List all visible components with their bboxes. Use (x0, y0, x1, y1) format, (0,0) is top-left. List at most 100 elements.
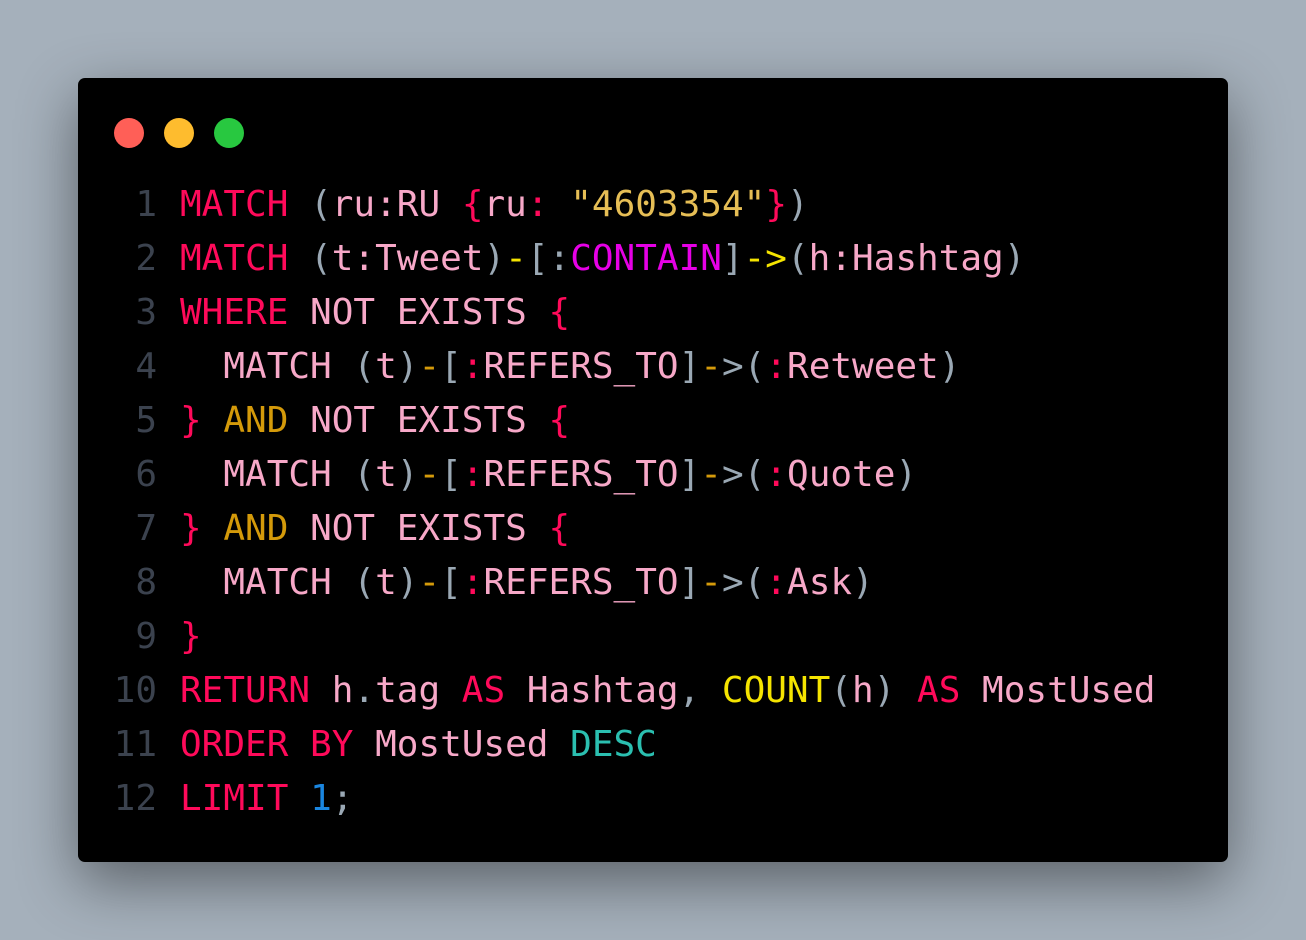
code-token: : (461, 454, 484, 495)
code-token: t (375, 454, 397, 495)
line-number: 9 (135, 616, 157, 657)
line-number: 7 (135, 508, 157, 549)
code-token: Ask (787, 562, 853, 603)
line-number: 5 (135, 400, 157, 441)
code-token: AND (201, 508, 289, 549)
code-token: : (526, 184, 549, 225)
code-token: ( (353, 454, 376, 495)
code-token: ] (678, 454, 701, 495)
line-number: 10 (113, 670, 157, 711)
code-token: AND (201, 400, 289, 441)
code-token: ( (310, 238, 332, 279)
line-code: RETURN h.tag AS Hashtag, COUNT(h) AS Mos… (180, 664, 1155, 718)
code-token: ] (678, 562, 701, 603)
line-code: } (180, 610, 202, 664)
code-token: LIMIT (180, 778, 289, 819)
minimize-button[interactable] (164, 118, 194, 148)
line-code: MATCH (t:Tweet)-[:CONTAIN]->(h:Hashtag) (180, 232, 1025, 286)
code-token: { (548, 292, 571, 333)
code-token: MATCH (180, 454, 354, 495)
line-code: ORDER BY MostUsed DESC (180, 718, 657, 772)
code-token: Quote (787, 454, 896, 495)
code-token: ( (830, 670, 852, 711)
code-token: COUNT (721, 670, 831, 711)
code-token: 1 (310, 778, 332, 819)
code-token: { (548, 508, 571, 549)
code-token: } (765, 184, 787, 225)
code-token: - (418, 346, 441, 387)
code-token: ) (852, 562, 874, 603)
code-token: } (180, 616, 202, 657)
code-token: [ (440, 346, 462, 387)
code-token: REFERS_TO (483, 562, 679, 603)
code-line: 8 MATCH (t)-[:REFERS_TO]->(:Ask) (78, 556, 1155, 610)
code-token: { (461, 184, 484, 225)
line-code: MATCH (t)-[:REFERS_TO]->(:Quote) (180, 448, 917, 502)
code-token: ) (483, 238, 506, 279)
code-token: ) (396, 562, 419, 603)
code-window: 1 MATCH (ru:RU {ru: "4603354"}) 2 MATCH (t:… (78, 78, 1228, 862)
code-line: 10 RETURN h.tag AS Hashtag, COUNT(h) AS M… (78, 664, 1156, 718)
code-token: MostUsed (960, 670, 1156, 711)
code-token: { (548, 400, 571, 441)
code-token: . (353, 670, 376, 711)
code-token: h:Hashtag (808, 238, 1004, 279)
code-token: MATCH (180, 184, 289, 225)
line-code: } AND NOT EXISTS { (180, 502, 570, 556)
maximize-button[interactable] (214, 118, 244, 148)
code-token: : (765, 346, 788, 387)
close-button[interactable] (114, 118, 144, 148)
code-token: ) (396, 454, 419, 495)
code-token: REFERS_TO (483, 454, 679, 495)
code-line: 5 } AND NOT EXISTS { (78, 394, 1155, 448)
code-token: Hashtag (505, 670, 679, 711)
code-token: t (375, 562, 397, 603)
code-token: AS (895, 670, 961, 711)
line-code: MATCH (t)-[:REFERS_TO]->(:Ask) (180, 556, 874, 610)
code-token: REFERS_TO (483, 346, 679, 387)
code-token: - (418, 454, 441, 495)
code-token: } (180, 508, 202, 549)
code-token: ( (353, 562, 376, 603)
code-token: ( (310, 184, 332, 225)
code-token: -> (743, 238, 787, 279)
code-token: ) (895, 454, 918, 495)
line-number: 3 (135, 292, 157, 333)
code-token: CONTAIN (570, 238, 722, 279)
code-line: 2 MATCH (t:Tweet)-[:CONTAIN]->(h:Hashtag) (78, 232, 1155, 286)
code-token: MATCH (180, 562, 354, 603)
code-token: - (700, 562, 722, 603)
code-token: tag (375, 670, 441, 711)
code-token: : (461, 346, 484, 387)
code-token: RETURN (180, 670, 311, 711)
code-token: - (700, 454, 722, 495)
line-code: } AND NOT EXISTS { (180, 394, 570, 448)
code-line: 1 MATCH (ru:RU {ru: "4603354"}) (78, 178, 1155, 232)
code-token: ru (483, 184, 527, 225)
code-token: NOT EXISTS (288, 508, 549, 549)
line-number: 8 (135, 562, 157, 603)
code-token: t (375, 346, 397, 387)
code-token: ORDER BY (180, 724, 354, 765)
code-token: ] (678, 346, 701, 387)
line-code: MATCH (ru:RU {ru: "4603354"}) (180, 178, 809, 232)
code-token: [: (526, 238, 571, 279)
code-editor: 1 MATCH (ru:RU {ru: "4603354"}) 2 MATCH (t:… (78, 178, 1156, 826)
code-token: t:Tweet (331, 238, 484, 279)
code-token: - (700, 346, 722, 387)
code-token: [ (440, 562, 462, 603)
code-line: 6 MATCH (t)-[:REFERS_TO]->(:Quote) (78, 448, 1155, 502)
code-token: h (310, 670, 354, 711)
code-token: - (505, 238, 527, 279)
code-token: DESC (548, 724, 657, 765)
code-token: - (418, 562, 441, 603)
code-token: MATCH (180, 346, 354, 387)
code-token: MostUsed (353, 724, 549, 765)
line-code: LIMIT 1; (180, 772, 353, 826)
code-line: 9} (78, 610, 1155, 664)
code-token: AS (440, 670, 506, 711)
code-token: >( (721, 346, 766, 387)
